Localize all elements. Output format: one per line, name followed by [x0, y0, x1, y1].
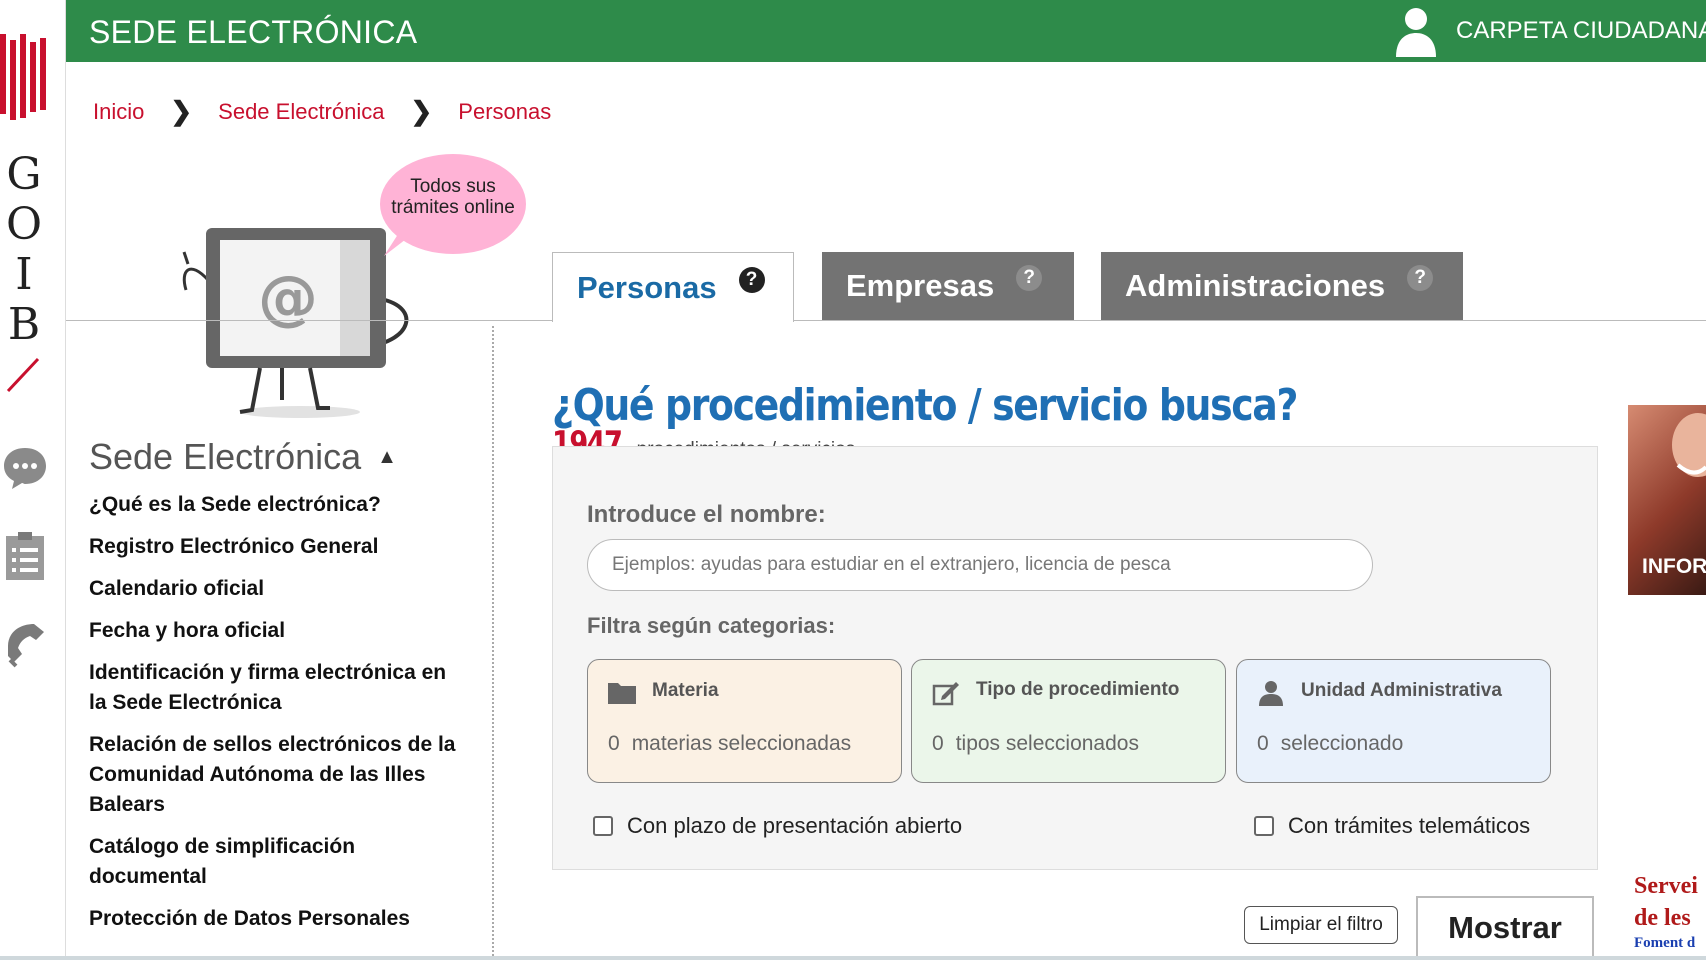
goib-slash-icon — [6, 357, 40, 393]
help-icon[interactable]: ? — [1407, 265, 1434, 291]
materia-filter-card[interactable]: Materia 0 materias seleccionadas — [587, 659, 902, 783]
sidebar-heading[interactable]: Sede Electrónica ▲ — [89, 436, 397, 478]
name-label: Introduce el nombre: — [587, 501, 826, 528]
carpeta-ciudadana-link[interactable]: CARPETA CIUDADANA — [1392, 0, 1706, 62]
top-header-bar: SEDE ELECTRÓNICA CARPETA CIUDADANA — [66, 0, 1706, 62]
search-panel: Introduce el nombre: Filtra según catego… — [552, 446, 1598, 870]
tab-personas[interactable]: Personas ? — [552, 252, 794, 322]
card-count: 0 — [608, 732, 620, 755]
sidebar-menu: ¿Qué es la Sede electrónica? Registro El… — [89, 490, 459, 946]
tramites-telematicos-checkbox-row[interactable]: Con trámites telemáticos — [1254, 813, 1530, 839]
sidebar-heading-label: Sede Electrónica — [89, 436, 362, 477]
card-value: tipos seleccionados — [955, 732, 1139, 755]
sidebar-item-fecha-hora[interactable]: Fecha y hora oficial — [89, 616, 459, 646]
goib-letter: G — [6, 149, 42, 200]
caret-up-icon: ▲ — [377, 445, 397, 468]
sidebar-item-que-es[interactable]: ¿Qué es la Sede electrónica? — [89, 490, 459, 520]
chevron-right-icon: ❯ — [170, 96, 193, 126]
servei-line-2: de les — [1634, 905, 1691, 931]
tramites-telematicos-checkbox[interactable] — [1254, 816, 1274, 836]
servei-line-3: Foment d — [1634, 935, 1696, 951]
tab-label: Empresas — [846, 268, 995, 303]
plazo-abierto-checkbox[interactable] — [593, 816, 613, 836]
goib-letter: O — [5, 199, 43, 250]
clipboard-list-icon[interactable] — [2, 530, 48, 580]
sidebar-item-sellos[interactable]: Relación de sellos electrónicos de la Co… — [89, 730, 459, 820]
sidebar-item-registro[interactable]: Registro Electrónico General — [89, 532, 459, 562]
tab-label: Administraciones — [1125, 268, 1386, 303]
bubble-line-1: Todos sus — [410, 176, 496, 197]
card-value: materias seleccionadas — [631, 732, 852, 755]
clear-filter-button[interactable]: Limpiar el filtro — [1244, 906, 1398, 944]
tab-label: Personas — [577, 269, 717, 305]
servei-banner[interactable]: Servei de les Foment d — [1634, 870, 1698, 952]
unidad-administrativa-filter-card[interactable]: Unidad Administrativa 0 seleccionado — [1236, 659, 1551, 783]
chevron-right-icon: ❯ — [410, 96, 433, 126]
breadcrumb-sede[interactable]: Sede Electrónica — [218, 99, 384, 125]
banner-text: INFOR — [1642, 555, 1706, 578]
carpeta-label: CARPETA CIUDADANA — [1456, 17, 1706, 44]
bottom-scroll-edge — [0, 956, 1706, 960]
checkbox-label: Con plazo de presentación abierto — [627, 813, 963, 838]
servei-line-1: Servei — [1634, 873, 1698, 899]
folder-icon — [608, 683, 636, 704]
filter-label: Filtra según categorias: — [587, 613, 836, 638]
card-title: Tipo de procedimiento — [976, 679, 1180, 700]
site-title[interactable]: SEDE ELECTRÓNICA — [89, 14, 417, 51]
goib-letter: I — [15, 249, 33, 300]
plazo-abierto-checkbox-row[interactable]: Con plazo de presentación abierto — [593, 813, 962, 839]
card-title: Unidad Administrativa — [1301, 680, 1502, 701]
speech-bubble-tail — [384, 228, 410, 256]
breadcrumb-inicio[interactable]: Inicio — [93, 99, 144, 125]
checkbox-label: Con trámites telemáticos — [1288, 813, 1531, 838]
card-value: seleccionado — [1280, 732, 1404, 755]
sidebar-item-catalogo[interactable]: Catálogo de simplificación documental — [89, 832, 459, 892]
help-icon[interactable]: ? — [1016, 265, 1043, 291]
at-symbol-text: @ — [258, 263, 318, 333]
tab-empresas[interactable]: Empresas ? — [822, 252, 1074, 320]
bubble-line-2: trámites online — [391, 197, 515, 218]
card-count: 0 — [1257, 732, 1269, 755]
show-button[interactable]: Mostrar — [1416, 896, 1594, 960]
chat-icon[interactable] — [2, 442, 48, 492]
sidebar-item-calendario[interactable]: Calendario oficial — [89, 574, 459, 604]
phone-icon[interactable] — [2, 620, 48, 670]
tab-administraciones[interactable]: Administraciones ? — [1101, 252, 1463, 320]
breadcrumb-personas[interactable]: Personas — [458, 99, 551, 125]
help-icon[interactable]: ? — [738, 266, 765, 293]
card-count: 0 — [932, 732, 944, 755]
tab-divider — [66, 320, 1706, 321]
user-icon — [1396, 8, 1436, 57]
left-rail: G O I B — [0, 0, 66, 960]
sidebar-divider — [492, 326, 494, 960]
goib-logo-text: G O I B — [4, 150, 44, 350]
edit-icon — [932, 682, 959, 706]
banner-photo — [1672, 413, 1706, 477]
sidebar-item-proteccion-datos[interactable]: Protección de Datos Personales — [89, 904, 459, 934]
tipo-procedimiento-filter-card[interactable]: Tipo de procedimiento 0 tipos seleccionad… — [911, 659, 1226, 783]
breadcrumb: Inicio ❯ Sede Electrónica ❯ Personas — [93, 96, 551, 127]
info-banner[interactable]: INFOR — [1628, 405, 1706, 595]
card-title: Materia — [652, 680, 719, 701]
procedure-search-input[interactable] — [587, 539, 1373, 591]
user-icon — [1259, 681, 1283, 706]
sidebar-item-identificacion[interactable]: Identificación y firma electrónica en la… — [89, 658, 459, 718]
goib-letter: B — [7, 299, 41, 350]
goib-stripes-logo — [0, 34, 46, 120]
